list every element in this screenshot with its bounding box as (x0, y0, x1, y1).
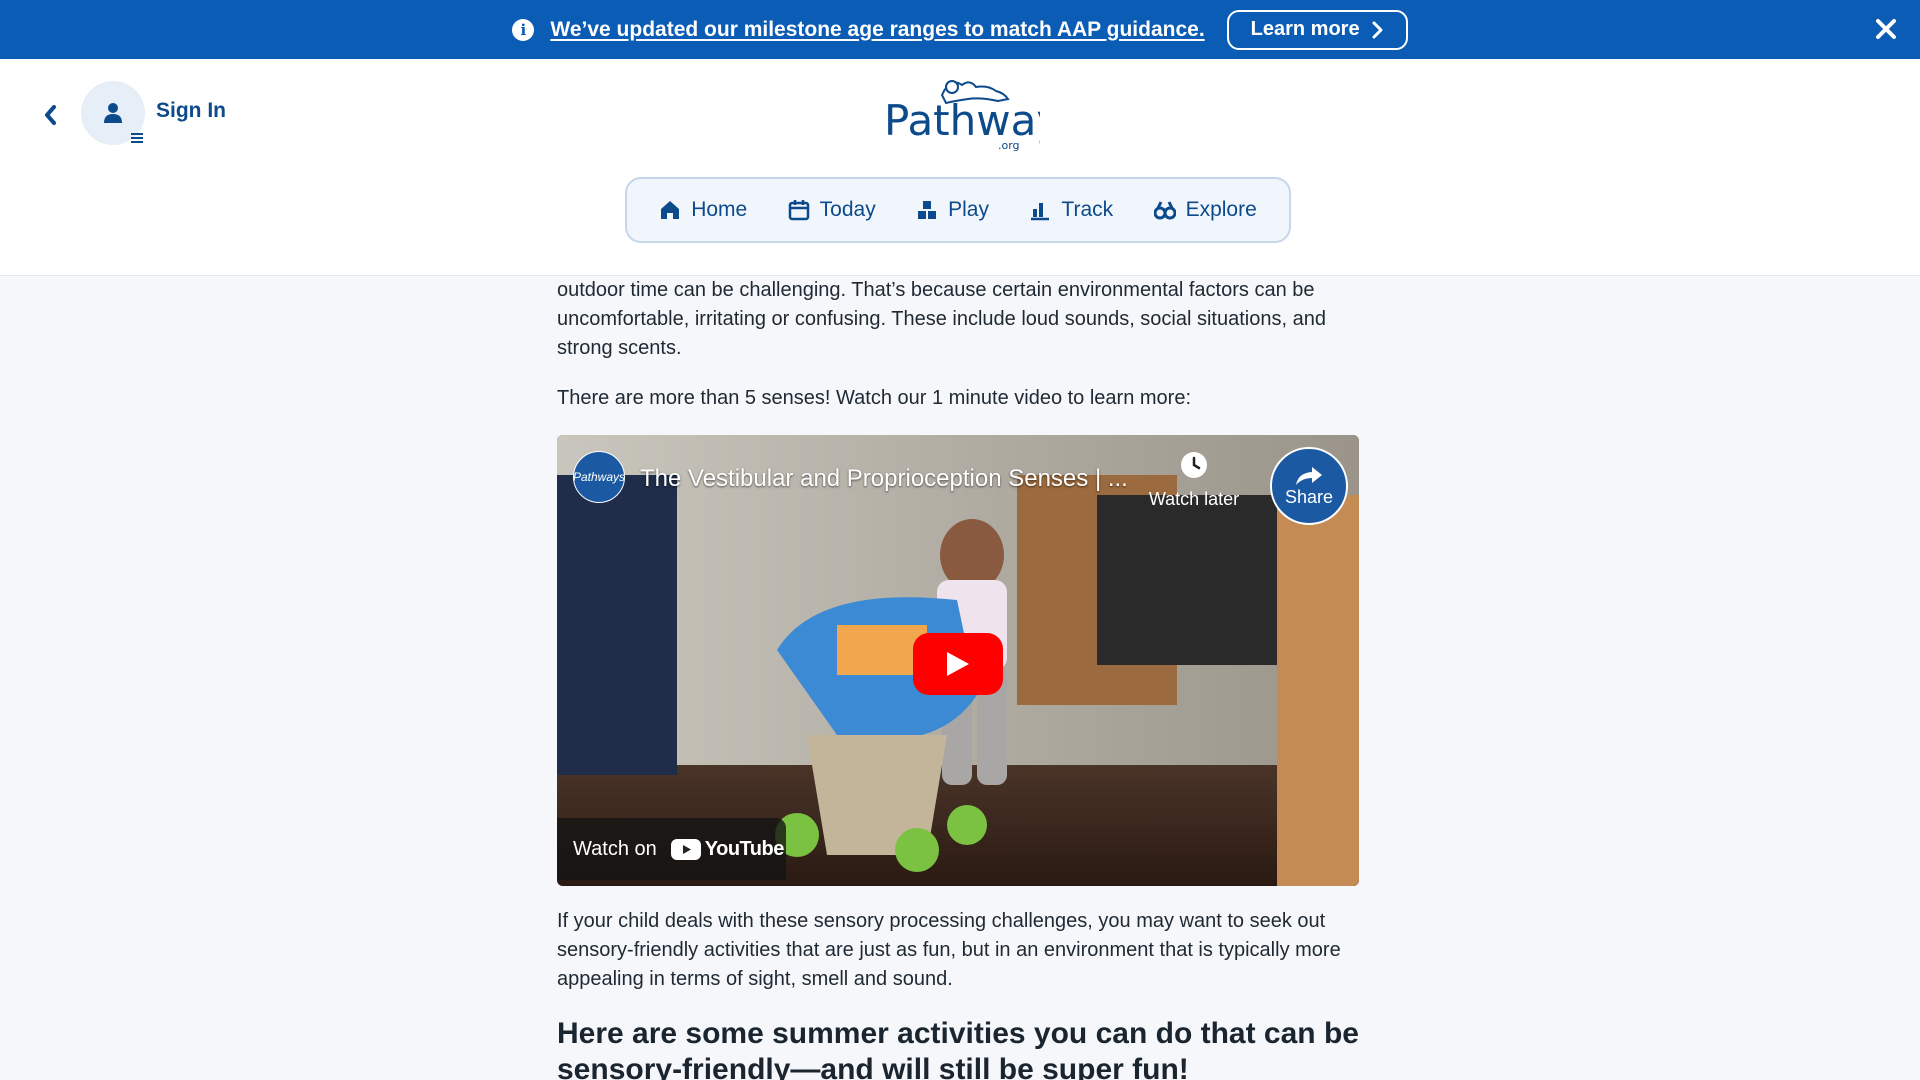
sign-in-link[interactable]: Sign In (156, 99, 226, 123)
menu-icon[interactable] (130, 132, 144, 144)
close-icon[interactable] (1872, 15, 1900, 43)
learn-more-button[interactable]: Learn more (1226, 9, 1408, 50)
chevron-left-icon (45, 105, 56, 125)
announcement-banner: i We’ve updated our milestone age ranges… (0, 0, 1920, 59)
channel-avatar[interactable]: Pathways (573, 451, 625, 503)
nav-item-track[interactable]: Track (1029, 198, 1113, 222)
youtube-logo: YouTube (670, 837, 785, 861)
nav-item-play[interactable]: Play (916, 198, 989, 222)
article-content: outdoor time can be challenging. That’s … (557, 276, 1359, 1080)
watch-later-button[interactable]: Watch later (1139, 451, 1249, 510)
youtube-icon (670, 838, 701, 860)
video-title[interactable]: The Vestibular and Proprioception Senses… (640, 465, 1128, 493)
info-icon: i (512, 18, 535, 41)
video-player[interactable]: Pathways The Vestibular and Propriocepti… (557, 435, 1359, 886)
share-button[interactable]: Share (1270, 447, 1348, 525)
nav-label: Play (948, 198, 989, 221)
watch-on-label: Watch on (573, 837, 657, 860)
share-arrow-icon (1296, 466, 1322, 485)
pathways-logo[interactable]: Pathways .org (880, 73, 1083, 153)
nav-item-home[interactable]: Home (659, 198, 747, 222)
play-button[interactable] (913, 633, 1003, 695)
blocks-icon (918, 201, 937, 219)
paragraph: There are more than 5 senses! Watch our … (557, 387, 1192, 409)
youtube-label: YouTube (704, 837, 785, 860)
nav-label: Explore (1185, 198, 1257, 221)
paragraph: outdoor time can be challenging. That’s … (557, 279, 1326, 359)
play-icon (947, 652, 969, 676)
watch-on-youtube-button[interactable]: Watch on YouTube (557, 818, 786, 880)
chart-icon (1031, 203, 1050, 221)
learn-more-label: Learn more (1250, 18, 1360, 40)
nav-label: Track (1061, 198, 1114, 221)
site-header: Sign In Pathways .org Home Today Play Tr… (0, 59, 1920, 276)
banner-content: i We’ve updated our milestone age ranges… (512, 9, 1408, 50)
share-label: Share (1284, 486, 1334, 507)
chevron-right-icon (1372, 21, 1383, 38)
nav-label: Home (691, 198, 748, 221)
binoculars-icon (1153, 201, 1176, 220)
banner-link[interactable]: We’ve updated our milestone age ranges t… (550, 18, 1204, 42)
paragraph: If your child deals with these sensory p… (557, 910, 1341, 990)
watch-later-label: Watch later (1148, 489, 1240, 509)
home-icon (661, 201, 680, 219)
channel-label: Pathways (572, 470, 626, 484)
logo-suffix: .org (998, 139, 1020, 152)
nav-item-explore[interactable]: Explore (1153, 198, 1257, 222)
calendar-icon (788, 200, 809, 221)
section-heading: Here are some summer activities you can … (557, 1017, 1359, 1080)
logo-wordmark: Pathways (884, 96, 1040, 145)
back-button[interactable] (38, 100, 62, 130)
nav-item-today[interactable]: Today (788, 198, 876, 222)
main-nav: Home Today Play Track Explore (625, 177, 1291, 243)
user-icon (104, 103, 122, 123)
clock-icon (1181, 452, 1207, 478)
nav-label: Today (819, 198, 876, 221)
